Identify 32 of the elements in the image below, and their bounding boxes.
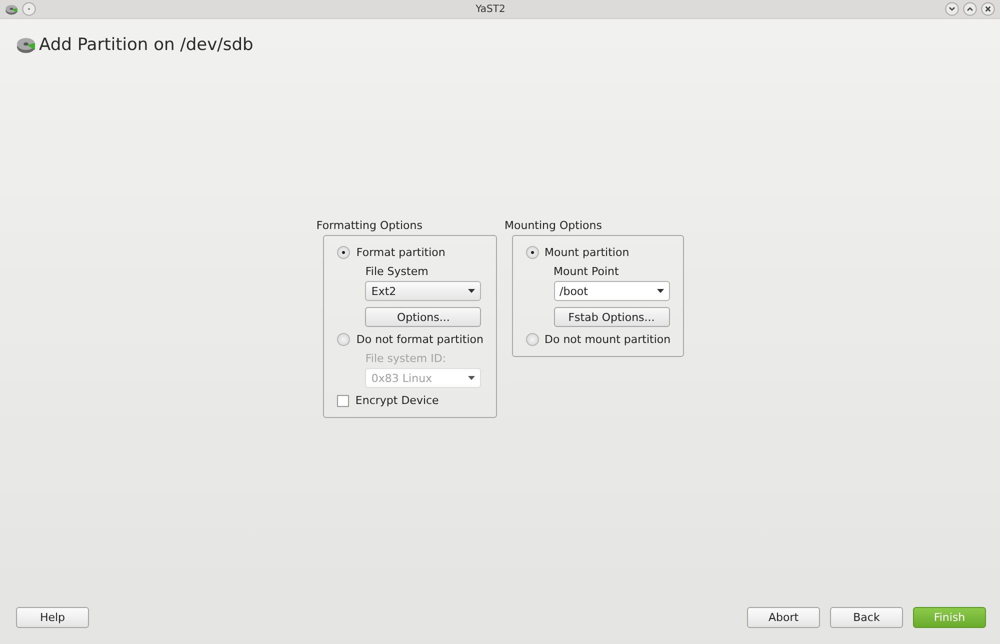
radio-button[interactable] [526,333,538,346]
dialog-button[interactable]: Help [16,607,89,628]
minimize-button[interactable] [945,2,959,16]
options-button[interactable]: Fstab Options... [554,307,670,327]
checkbox[interactable] [337,394,350,406]
radio-button[interactable] [337,333,350,346]
caret-icon [468,289,476,293]
window-title: YaST2 [474,4,506,14]
caret-icon [656,289,664,293]
disk-icon [16,35,36,55]
radio-button[interactable] [526,246,538,259]
page-heading: Add Partition on /dev/sdb [39,35,254,55]
radio-label[interactable]: Do not mount partition [544,333,671,346]
group-title: Formatting Options [316,219,424,234]
checkbox-label[interactable]: Encrypt Device [355,394,439,407]
maximize-button[interactable] [963,2,977,16]
radio-label[interactable]: Do not format partition [356,333,484,346]
radio-label[interactable]: Mount partition [544,246,630,259]
radio-button[interactable] [337,246,350,259]
radio-label[interactable]: Format partition [356,246,446,259]
field-label: File System [365,265,430,278]
options-button[interactable]: Options... [365,307,482,327]
caret-icon [468,376,476,380]
field-label: File system ID: [365,352,447,365]
dropdown[interactable]: Ext2 [365,281,482,301]
close-button[interactable] [981,2,995,16]
group-title: Mounting Options [504,219,603,234]
app-icon [5,2,18,16]
dropdown[interactable]: /boot [554,281,670,301]
dialog-button[interactable]: Abort [747,607,820,628]
field-label: Mount Point [554,265,620,278]
dialog-button[interactable]: Back [830,607,903,628]
